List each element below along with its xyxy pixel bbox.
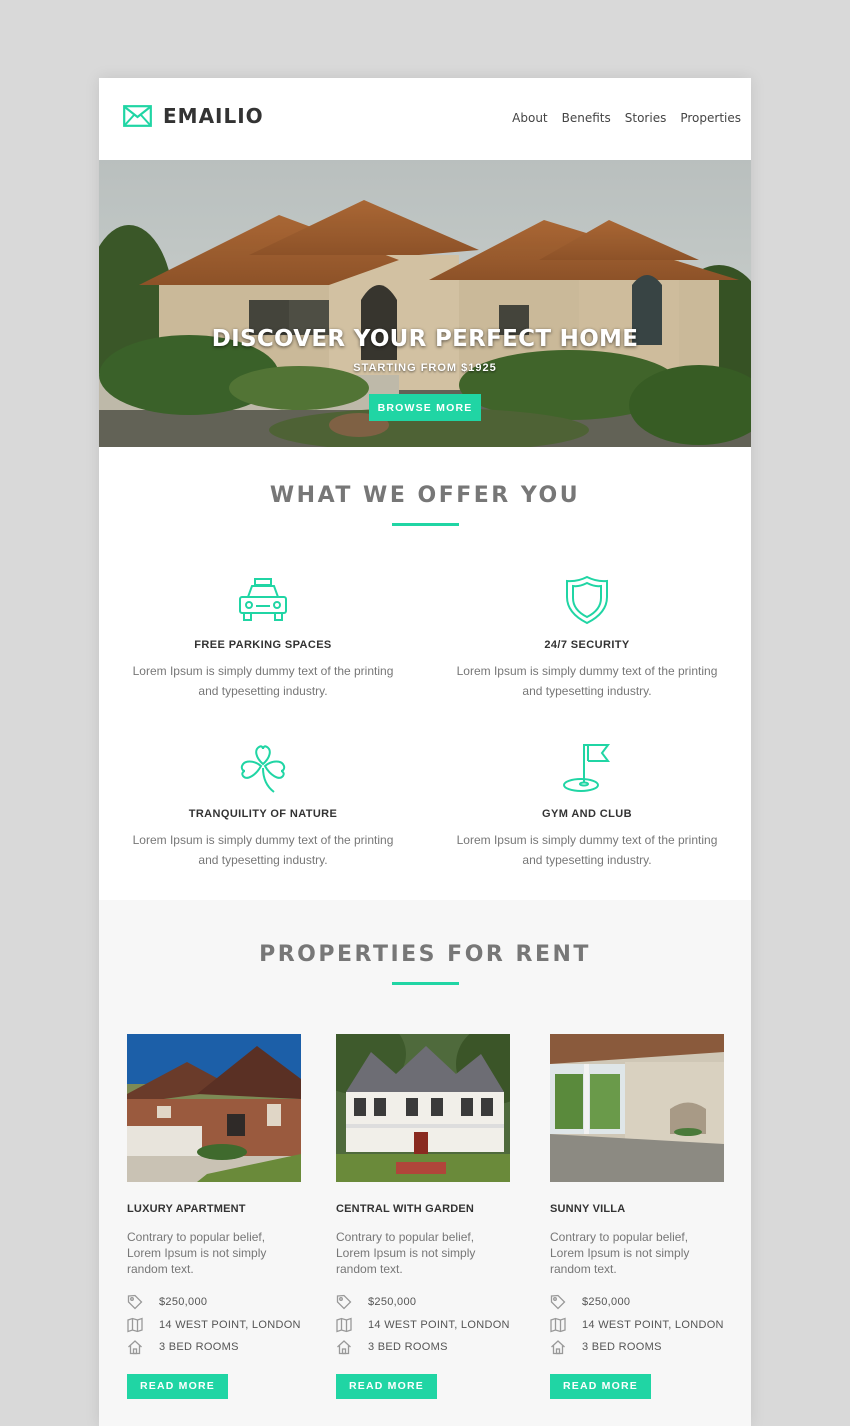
feature-nature: TRANQUILITY OF NATURE Lorem Ipsum is sim… xyxy=(113,742,413,870)
email-template: EMAILIO About Benefits Stories Propertie… xyxy=(99,78,751,1426)
feature-title: TRANQUILITY OF NATURE xyxy=(188,808,338,820)
feature-gym: GYM AND CLUB Lorem Ipsum is simply dummy… xyxy=(437,742,737,870)
nav-properties[interactable]: Properties xyxy=(680,111,741,125)
hero-subtitle: STARTING FROM $1925 xyxy=(353,362,497,374)
property-card: CENTRAL WITH GARDEN Contrary to popular … xyxy=(336,1034,510,1399)
property-price: $250,000 xyxy=(336,1291,510,1314)
home-icon xyxy=(337,1340,351,1355)
car-icon xyxy=(239,578,287,621)
property-price: $250,000 xyxy=(127,1291,301,1314)
hero-banner: DISCOVER YOUR PERFECT HOME STARTING FROM… xyxy=(99,160,751,447)
property-photo[interactable] xyxy=(336,1034,510,1182)
property-address: 14 WEST POINT, LONDON xyxy=(550,1314,724,1337)
title-underline xyxy=(391,523,459,526)
offer-title: WHAT WE OFFER YOU xyxy=(269,483,581,508)
read-more-button[interactable]: READ MORE xyxy=(127,1373,228,1399)
map-icon xyxy=(127,1317,143,1333)
feature-title: GYM AND CLUB xyxy=(542,808,632,820)
read-more-button[interactable]: READ MORE xyxy=(550,1373,651,1399)
property-photo[interactable] xyxy=(127,1034,301,1182)
feature-text: Lorem Ipsum is simply dummy text of the … xyxy=(456,833,718,867)
feature-title: FREE PARKING SPACES xyxy=(194,639,332,651)
property-rooms: 3 BED ROOMS xyxy=(550,1336,724,1359)
feature-parking: FREE PARKING SPACES Lorem Ipsum is simpl… xyxy=(113,573,413,701)
property-description: Contrary to popular belief, Lorem Ipsum … xyxy=(550,1230,690,1276)
logo[interactable]: EMAILIO xyxy=(123,104,264,128)
flag-icon xyxy=(563,744,610,792)
shield-icon xyxy=(566,575,608,625)
browse-more-button[interactable]: BROWSE MORE xyxy=(369,394,481,421)
feature-text: Lorem Ipsum is simply dummy text of the … xyxy=(456,664,718,698)
nav-about[interactable]: About xyxy=(512,111,547,125)
hero-title: DISCOVER YOUR PERFECT HOME xyxy=(211,326,639,352)
top-nav: About Benefits Stories Properties xyxy=(512,111,741,125)
brand-name: EMAILIO xyxy=(163,104,264,128)
property-description: Contrary to popular belief, Lorem Ipsum … xyxy=(336,1230,476,1276)
envelope-icon xyxy=(123,105,152,127)
home-icon xyxy=(551,1340,565,1355)
map-icon xyxy=(336,1317,352,1333)
title-underline xyxy=(391,982,459,985)
read-more-button[interactable]: READ MORE xyxy=(336,1373,437,1399)
map-icon xyxy=(550,1317,566,1333)
tag-icon xyxy=(336,1295,352,1310)
clover-icon xyxy=(240,745,286,793)
feature-title: 24/7 SECURITY xyxy=(544,639,630,651)
tag-icon xyxy=(127,1295,143,1310)
property-rooms: 3 BED ROOMS xyxy=(336,1336,510,1359)
property-card: SUNNY VILLA Contrary to popular belief, … xyxy=(550,1034,724,1399)
property-rooms: 3 BED ROOMS xyxy=(127,1336,301,1359)
property-photo[interactable] xyxy=(550,1034,724,1182)
property-address: 14 WEST POINT, LONDON xyxy=(127,1314,301,1337)
property-description: Contrary to popular belief, Lorem Ipsum … xyxy=(127,1230,267,1276)
properties-section: PROPERTIES FOR RENT LUXURY APARTMENT Con… xyxy=(99,900,751,1426)
property-price: $250,000 xyxy=(550,1291,724,1314)
header: EMAILIO About Benefits Stories Propertie… xyxy=(99,78,751,160)
tag-icon xyxy=(550,1295,566,1310)
properties-title: PROPERTIES FOR RENT xyxy=(259,942,591,967)
feature-text: Lorem Ipsum is simply dummy text of the … xyxy=(132,664,394,698)
feature-security: 24/7 SECURITY Lorem Ipsum is simply dumm… xyxy=(437,573,737,701)
home-icon xyxy=(128,1340,142,1355)
property-name: SUNNY VILLA xyxy=(550,1203,626,1215)
nav-benefits[interactable]: Benefits xyxy=(562,111,611,125)
nav-stories[interactable]: Stories xyxy=(625,111,667,125)
property-name: LUXURY APARTMENT xyxy=(127,1203,246,1215)
property-address: 14 WEST POINT, LONDON xyxy=(336,1314,510,1337)
property-card: LUXURY APARTMENT Contrary to popular bel… xyxy=(127,1034,301,1399)
property-name: CENTRAL WITH GARDEN xyxy=(336,1203,475,1215)
offer-section: WHAT WE OFFER YOU FREE PARKING SPACES Lo… xyxy=(99,447,751,900)
feature-text: Lorem Ipsum is simply dummy text of the … xyxy=(132,833,394,867)
